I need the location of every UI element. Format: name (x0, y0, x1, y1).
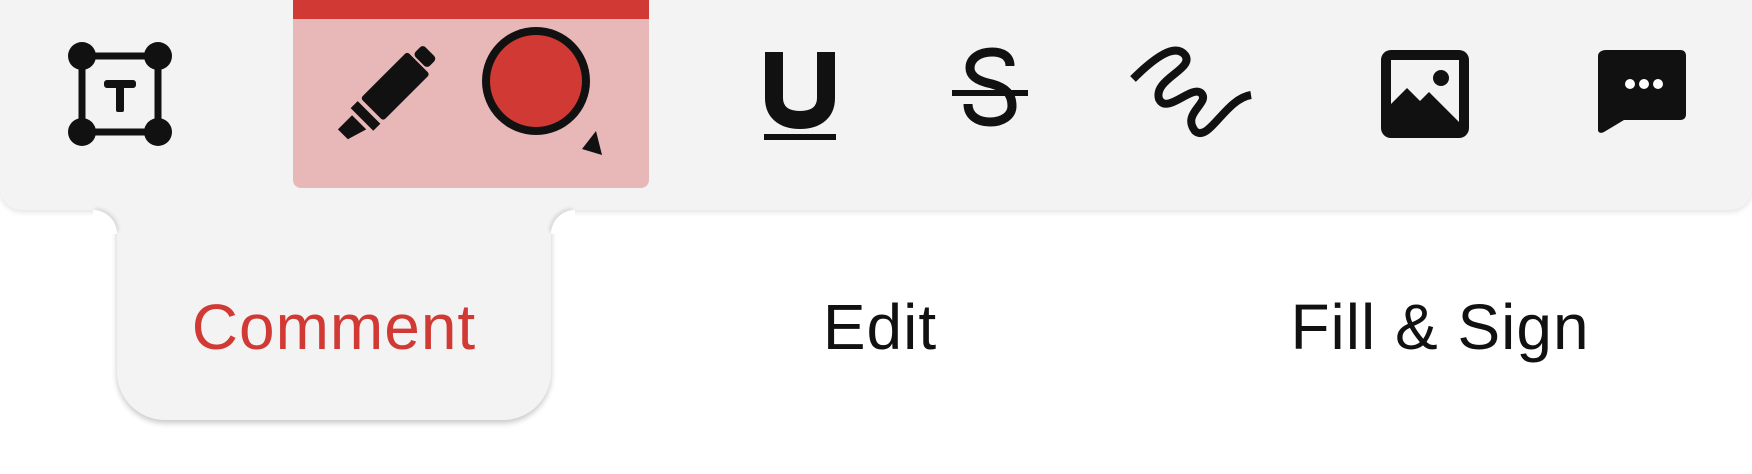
text-box-tool-button[interactable] (55, 0, 185, 188)
tab-fill-and-sign-label: Fill & Sign (1290, 291, 1590, 363)
annotation-toolbar-area: Comment Edit Fill & Sign (0, 0, 1752, 474)
add-comment-tool-button[interactable] (1585, 0, 1695, 188)
tab-fill-and-sign[interactable]: Fill & Sign (1240, 282, 1640, 372)
tab-edit-label: Edit (822, 291, 938, 363)
highlighter-tool-button[interactable] (321, 0, 451, 188)
strikethrough-icon (950, 44, 1030, 144)
color-picker-button[interactable] (478, 0, 628, 188)
text-box-icon (62, 36, 178, 152)
tab-comment[interactable]: Comment (117, 282, 551, 372)
squiggle-icon (1125, 39, 1265, 149)
color-circle-icon (478, 19, 628, 169)
underline-tool-button[interactable] (750, 0, 850, 188)
add-image-tool-button[interactable] (1370, 0, 1480, 188)
freehand-draw-tool-button[interactable] (1125, 0, 1265, 188)
highlight-tool-group (293, 0, 649, 188)
strikethrough-tool-button[interactable] (940, 0, 1040, 188)
tab-comment-label: Comment (191, 291, 477, 363)
active-tab-corner-left (93, 210, 117, 234)
underline-icon (760, 44, 840, 144)
tab-edit[interactable]: Edit (760, 282, 1000, 372)
active-tab-corner-right (551, 210, 575, 234)
image-icon (1375, 44, 1475, 144)
highlighter-icon (321, 29, 451, 159)
comment-bubble-icon (1590, 44, 1690, 144)
